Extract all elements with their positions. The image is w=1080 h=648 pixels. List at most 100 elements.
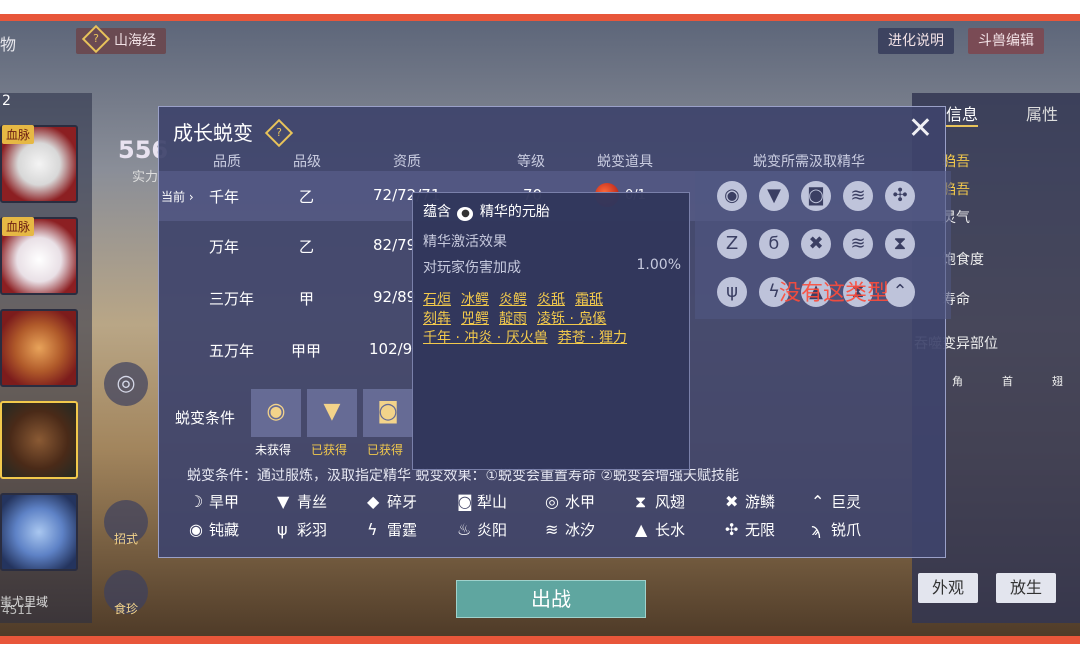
trick-button[interactable]: 招式 — [104, 500, 148, 546]
monster-card-panda[interactable]: 血脉 — [0, 125, 78, 203]
food-button[interactable]: 食珍 — [104, 570, 148, 616]
wave-essence-icon[interactable]: ≋ — [843, 181, 873, 211]
eye-icon: ◉ — [266, 399, 286, 424]
condition-label: 蜕变条件 — [175, 409, 236, 427]
monster-card-beast-selected[interactable] — [0, 401, 78, 479]
monster-link[interactable]: 刻犇 — [423, 311, 451, 327]
condition-slot-1[interactable]: ◉ — [251, 389, 301, 437]
monster-link[interactable]: 炎舐 — [537, 292, 565, 308]
shanhaijing-button[interactable]: ? 山海经 — [76, 24, 166, 54]
release-button[interactable]: 放生 — [996, 573, 1057, 603]
tab-info[interactable]: 信息 — [946, 101, 979, 127]
legend-item: ✖ 游鳞 — [725, 491, 775, 512]
battle-button[interactable]: 出战 — [456, 580, 646, 618]
wave2-essence-icon[interactable]: ≋ — [843, 229, 873, 259]
legend-item: ≋ 冰汐 — [545, 519, 595, 540]
cross-essence-icon[interactable]: ✖ — [801, 229, 831, 259]
legend-label: 游鳞 — [745, 493, 776, 511]
condition-status: 已获得 — [367, 443, 404, 457]
tooltip-subtitle: 精华激活效果 — [423, 234, 507, 250]
monster-link[interactable]: 霜舐 — [575, 292, 603, 308]
triangle-essence-icon[interactable]: ▼ — [759, 181, 789, 211]
appearance-button[interactable]: 外观 — [918, 573, 979, 603]
legend-label: 犁山 — [477, 493, 508, 511]
triangle-icon: ▼ — [277, 492, 290, 511]
feather-icon: ψ — [277, 520, 288, 539]
row-grade: 乙 — [299, 238, 315, 256]
evolution-guide-button[interactable]: 进化说明 — [878, 28, 954, 54]
claw-icon: ϡ — [811, 520, 822, 539]
square-icon: ◙ — [377, 399, 399, 424]
power-label: 实力 — [132, 170, 159, 185]
part-head[interactable]: 首 — [1002, 373, 1013, 389]
legend-item: ▼ 青丝 — [277, 491, 327, 512]
legend-label: 锐爪 — [831, 521, 862, 539]
triangle-icon: ▼ — [323, 399, 341, 424]
legend-label: 雷霆 — [387, 521, 418, 539]
monster-card-dragon[interactable] — [0, 309, 78, 387]
square-essence-icon[interactable]: ◙ — [801, 181, 831, 211]
legend-item: ⧗ 风翅 — [635, 491, 685, 512]
monster-link[interactable]: 凌铄 · 凫傒 — [537, 311, 606, 327]
page-number: 4511 — [2, 603, 33, 617]
tab-attributes[interactable]: 属性 — [1026, 101, 1058, 125]
shanhaijing-label: 山海经 — [114, 33, 156, 49]
legend-item: ✣ 无限 — [725, 519, 775, 540]
monster-count: 2 — [2, 93, 11, 109]
eye-icon: ● — [457, 207, 474, 221]
header-item: 蜕变道具 — [597, 154, 653, 170]
row-grade: 甲甲 — [291, 342, 322, 360]
tri-blade-essence-icon[interactable]: ✣ — [885, 181, 915, 211]
legend-item: ϡ 锐爪 — [811, 519, 861, 540]
eye-essence-icon[interactable]: ◉ — [717, 181, 747, 211]
close-icon[interactable]: ✕ — [908, 111, 933, 146]
legend-label: 巨灵 — [831, 493, 862, 511]
part-horn[interactable]: 角 — [952, 373, 963, 389]
monster-link[interactable]: 冰鳄 — [461, 292, 489, 308]
cross-icon: ✖ — [725, 492, 739, 511]
bloodline-badge: 血脉 — [2, 217, 35, 236]
legend-label: 炎阳 — [477, 521, 508, 539]
header-essence: 蜕变所需汲取精华 — [753, 154, 865, 170]
swirl-icon[interactable]: ◎ — [104, 362, 148, 406]
spiral-essence-icon[interactable]: ϭ — [759, 229, 789, 259]
help-icon[interactable]: ? — [265, 118, 294, 147]
tooltip-title-prefix: 蕴含 — [423, 204, 451, 220]
monster-link[interactable]: 石烜 — [423, 292, 451, 308]
help-icon: ? — [81, 24, 111, 54]
hourglass-essence-icon[interactable]: ⧗ — [885, 229, 915, 259]
monster-link[interactable]: 靛雨 — [499, 311, 527, 327]
claw-essence-icon[interactable]: ψ — [717, 277, 747, 307]
condition-slot-2[interactable]: ▼ — [307, 389, 357, 437]
monster-link[interactable]: 炎鳄 — [499, 292, 527, 308]
tri-blade-icon: ✣ — [725, 520, 739, 539]
monster-link[interactable]: 兕鳄 — [461, 311, 489, 327]
chevron-essence-icon[interactable]: ⌃ — [885, 277, 915, 307]
header-grade: 品级 — [293, 154, 321, 170]
monster-card-water[interactable] — [0, 493, 78, 571]
row-aptitude: 102/9 — [369, 340, 413, 358]
part-wing[interactable]: 翅 — [1052, 373, 1063, 389]
header-aptitude: 资质 — [393, 154, 421, 170]
top-bar: 物 ? 山海经 进化说明 斗兽编辑 — [0, 21, 1080, 63]
legend-item: ▲ 长水 — [635, 519, 685, 540]
row-aptitude: 82/79 — [373, 236, 417, 254]
monster-link[interactable]: 莽苍 · 狸力 — [558, 330, 627, 346]
dialog-title: 成长蜕变 ? — [173, 117, 297, 147]
legend-label: 钝藏 — [209, 521, 240, 539]
no-type-warning: 没有这类型 — [779, 281, 890, 306]
monster-card-rabbit[interactable]: 血脉 — [0, 217, 78, 295]
monster-list: 2 血脉 血脉 蚩尤里域 4511 — [0, 93, 92, 623]
row-grade: 乙 — [299, 188, 315, 206]
legend-label: 无限 — [745, 521, 776, 539]
beast-edit-button[interactable]: 斗兽编辑 — [968, 28, 1044, 54]
header-quality: 品质 — [213, 154, 241, 170]
legend-item: ψ 彩羽 — [277, 519, 327, 540]
monster-link[interactable]: 千年 · 冲炎 · 厌火兽 — [423, 330, 548, 346]
moon-icon: ☽ — [189, 492, 204, 511]
hourglass-icon: ⧗ — [635, 492, 647, 511]
z-essence-icon[interactable]: Z — [717, 229, 747, 259]
condition-slot-3[interactable]: ◙ — [363, 389, 413, 437]
ring-icon: ◎ — [545, 492, 559, 511]
species-name: 驺吾 — [942, 154, 970, 170]
